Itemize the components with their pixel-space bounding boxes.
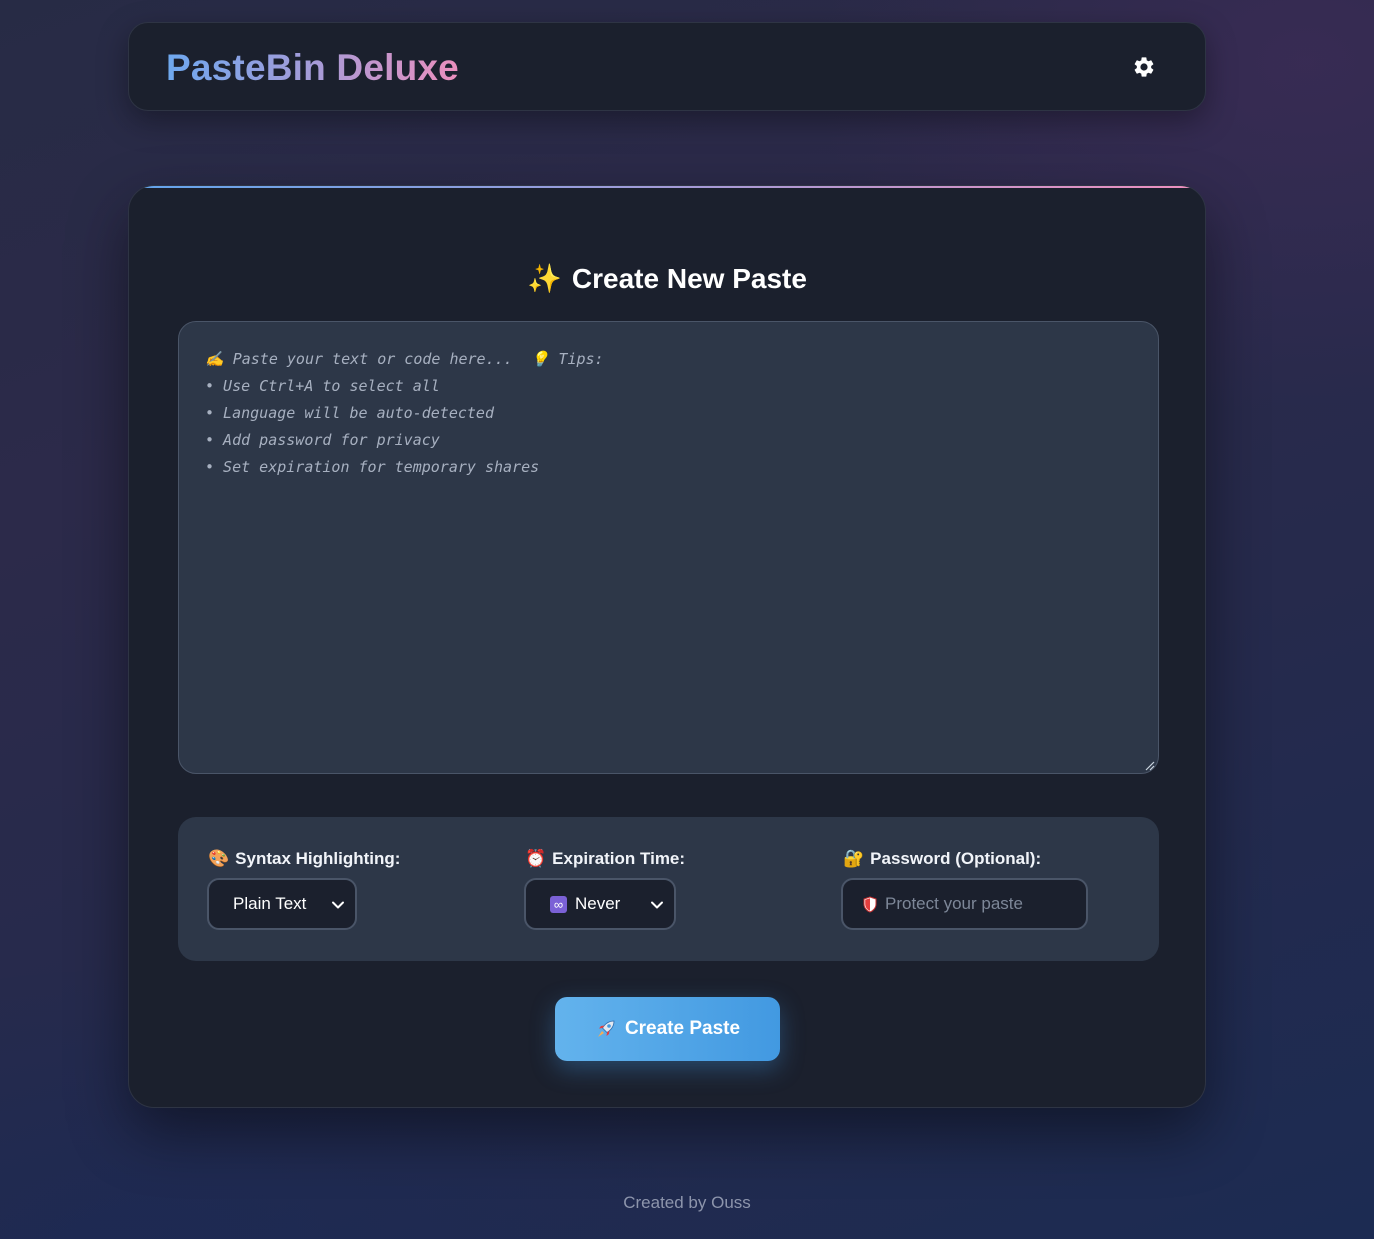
lock-key-icon: 🔐 xyxy=(843,849,865,868)
password-field[interactable]: Protect your paste xyxy=(841,878,1088,930)
card-title: ✨ Create New Paste xyxy=(129,261,1205,297)
infinity-icon: ∞ xyxy=(550,895,567,913)
create-paste-card: ✨ Create New Paste 🎨 Syntax Highlighting: … xyxy=(128,185,1206,1108)
sparkles-icon: ✨ xyxy=(527,263,562,294)
shield-icon xyxy=(863,895,877,913)
palette-icon: 🎨 xyxy=(208,849,230,868)
paste-options-panel: 🎨 Syntax Highlighting: Plain Text ⏰ Expira… xyxy=(178,817,1159,961)
paste-content-textarea[interactable] xyxy=(178,321,1159,774)
footer-credit: Created by Ouss xyxy=(623,1193,751,1212)
password-label: 🔐 Password (Optional): xyxy=(843,849,1041,869)
card-accent-line xyxy=(129,186,1205,188)
app-header: PasteBin Deluxe xyxy=(128,22,1206,111)
create-paste-button[interactable]: Create Paste xyxy=(555,997,780,1061)
password-placeholder: Protect your paste xyxy=(885,894,1023,913)
app-logo[interactable]: PasteBin Deluxe xyxy=(166,47,459,89)
password-label-text: Password (Optional): xyxy=(870,849,1042,868)
chevron-down-icon xyxy=(651,901,663,909)
expiration-label-text: Expiration Time: xyxy=(552,849,686,868)
chevron-down-icon xyxy=(332,901,344,909)
rocket-icon xyxy=(595,1018,617,1040)
syntax-label-text: Syntax Highlighting: xyxy=(235,849,401,868)
settings-button[interactable] xyxy=(1127,50,1161,84)
syntax-selected-value: Plain Text xyxy=(233,894,307,913)
expiration-select[interactable]: ∞ Never xyxy=(524,878,676,930)
syntax-label: 🎨 Syntax Highlighting: xyxy=(208,849,400,869)
page-footer: Created by Ouss xyxy=(0,1192,1374,1214)
card-title-text: Create New Paste xyxy=(571,263,807,294)
alarm-clock-icon: ⏰ xyxy=(525,849,547,868)
syntax-select[interactable]: Plain Text xyxy=(207,878,357,930)
expiration-label: ⏰ Expiration Time: xyxy=(525,849,685,869)
gear-icon xyxy=(1134,57,1154,77)
expiration-selected-value: Never xyxy=(575,894,621,913)
resize-grip-icon[interactable] xyxy=(1145,761,1155,771)
create-paste-label: Create Paste xyxy=(624,1018,741,1039)
